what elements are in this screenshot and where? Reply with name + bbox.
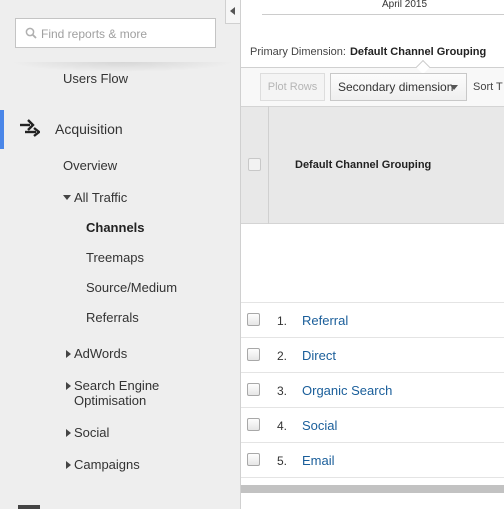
row-checkbox[interactable]: [247, 383, 260, 396]
primary-dimension-value[interactable]: Default Channel Grouping: [350, 46, 486, 58]
row-index: 2.: [277, 349, 288, 363]
search-input[interactable]: [41, 24, 211, 44]
collapse-sidebar-button[interactable]: [225, 0, 240, 24]
chevron-right-icon: [66, 461, 71, 469]
row-checkbox[interactable]: [247, 453, 260, 466]
chevron-left-icon: [230, 7, 235, 15]
plot-rows-button[interactable]: Plot Rows: [260, 73, 325, 101]
next-section-icon: [18, 505, 40, 509]
table-row: 5. Email: [241, 443, 504, 478]
sidebar-item-treemaps[interactable]: Treemaps: [86, 250, 144, 265]
row-link[interactable]: Social: [302, 418, 337, 433]
row-link[interactable]: Direct: [302, 348, 336, 363]
primary-dimension-label: Primary Dimension:: [250, 46, 346, 58]
row-index: 4.: [277, 419, 288, 433]
column-divider: [268, 106, 269, 224]
date-divider: [262, 14, 504, 15]
active-section-indicator: [0, 110, 4, 149]
table-row: 1. Referral: [241, 303, 504, 338]
row-checkbox[interactable]: [247, 348, 260, 361]
secondary-dimension-label: Secondary dimension: [338, 80, 454, 94]
column-header-channel-grouping[interactable]: Default Channel Grouping: [295, 159, 431, 171]
acquisition-icon: [20, 119, 40, 137]
chevron-right-icon: [66, 350, 71, 358]
row-index: 1.: [277, 314, 288, 328]
chevron-down-icon: [63, 195, 71, 200]
sidebar-item-referrals[interactable]: Referrals: [86, 310, 139, 325]
sidebar: Users Flow Acquisition Overview All Traf…: [0, 0, 241, 509]
sidebar-item-campaigns[interactable]: Campaigns: [74, 457, 140, 472]
sidebar-item-users-flow[interactable]: Users Flow: [63, 71, 128, 86]
totals-row: [241, 224, 504, 303]
row-link[interactable]: Organic Search: [302, 383, 392, 398]
primary-dimension: Primary Dimension: Default Channel Groupi…: [250, 46, 486, 58]
sidebar-item-source-medium[interactable]: Source/Medium: [86, 280, 177, 295]
section-title-acquisition[interactable]: Acquisition: [55, 121, 123, 137]
table-row: 4. Social: [241, 408, 504, 443]
sidebar-item-channels[interactable]: Channels: [86, 220, 145, 235]
sidebar-item-seo-line2[interactable]: Optimisation: [74, 393, 146, 408]
row-link[interactable]: Email: [302, 453, 335, 468]
sort-type-label[interactable]: Sort T: [473, 81, 503, 93]
search-box[interactable]: [15, 18, 216, 48]
secondary-dimension-dropdown[interactable]: Secondary dimension: [330, 73, 467, 101]
row-checkbox[interactable]: [247, 313, 260, 326]
table-row: 3. Organic Search: [241, 373, 504, 408]
sidebar-item-all-traffic[interactable]: All Traffic: [63, 190, 127, 205]
search-icon: [25, 27, 37, 39]
sidebar-item-adwords[interactable]: AdWords: [74, 346, 127, 361]
sidebar-item-seo-line1[interactable]: Search Engine: [74, 378, 159, 393]
sidebar-item-overview[interactable]: Overview: [63, 158, 117, 173]
row-checkbox[interactable]: [247, 418, 260, 431]
date-label: April 2015: [382, 0, 428, 10]
chevron-right-icon: [66, 382, 71, 390]
sidebar-item-social[interactable]: Social: [74, 425, 109, 440]
row-index: 5.: [277, 454, 288, 468]
chevron-down-icon: [450, 85, 458, 90]
row-link[interactable]: Referral: [302, 313, 348, 328]
select-all-checkbox[interactable]: [248, 158, 261, 171]
all-traffic-label: All Traffic: [74, 190, 128, 205]
chevron-right-icon: [66, 429, 71, 437]
horizontal-scrollbar[interactable]: [241, 485, 504, 493]
table-row: 2. Direct: [241, 338, 504, 373]
row-index: 3.: [277, 384, 288, 398]
